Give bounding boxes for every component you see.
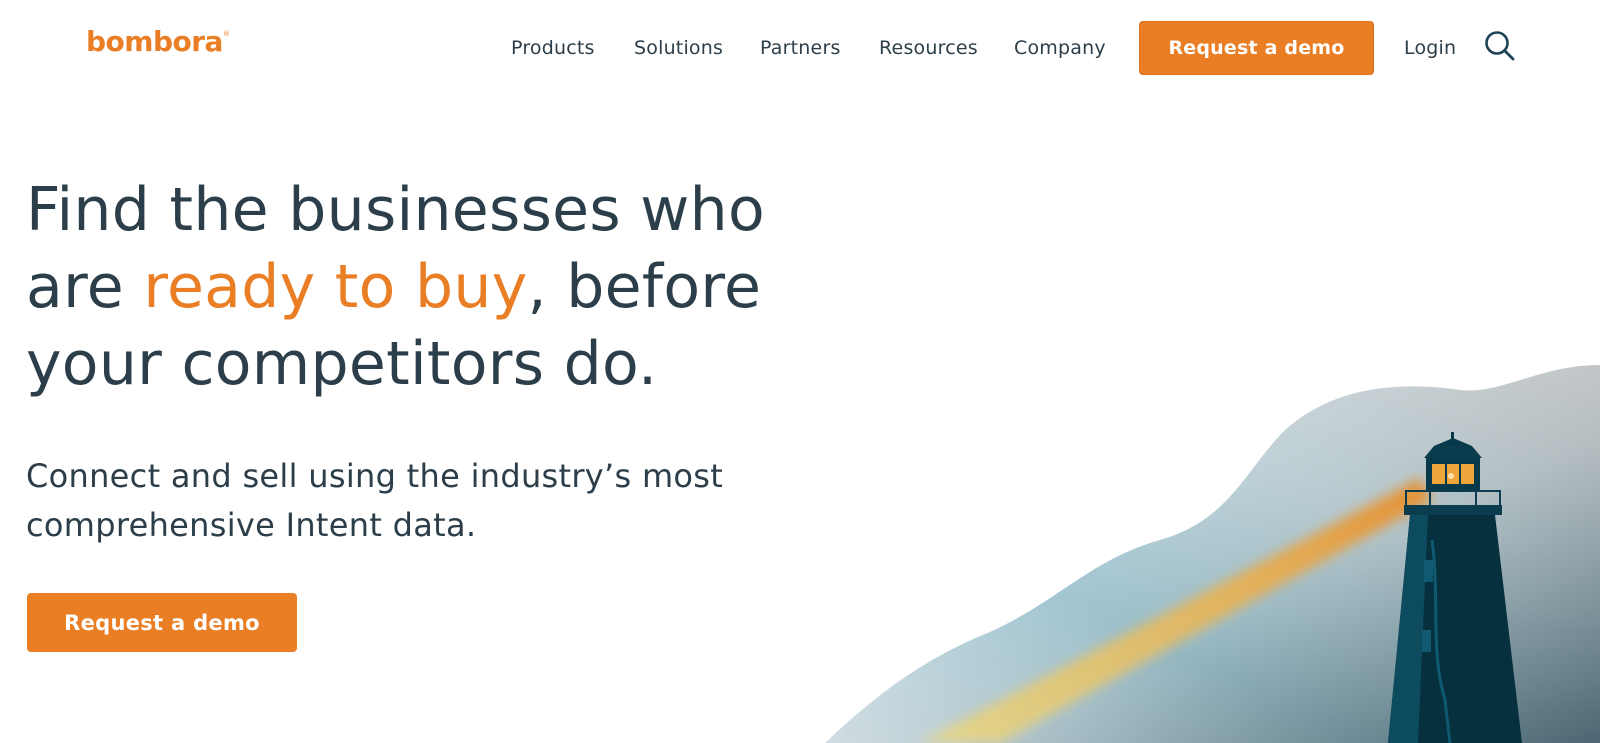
search-icon[interactable] (1484, 30, 1516, 62)
nav-item-products[interactable]: Products (511, 36, 595, 60)
hero-headline: Find the businesses who are ready to buy… (26, 172, 816, 403)
bombora-logo[interactable]: bombora® (86, 25, 230, 58)
login-link[interactable]: Login (1404, 36, 1456, 60)
light-beam (920, 478, 1432, 743)
request-demo-nav-button[interactable]: Request a demo (1139, 21, 1374, 75)
logo-text: bombora (86, 25, 223, 58)
lighthouse (1388, 432, 1522, 743)
nav-item-solutions[interactable]: Solutions (634, 36, 723, 60)
registered-mark: ® (222, 30, 230, 38)
nav-item-company[interactable]: Company (1014, 36, 1106, 60)
hero-subtitle: Connect and sell using the industry’s mo… (26, 457, 724, 544)
nav-item-partners[interactable]: Partners (760, 36, 841, 60)
request-demo-hero-button[interactable]: Request a demo (27, 593, 297, 652)
headline-accent: ready to buy (143, 252, 528, 322)
nav-item-resources[interactable]: Resources (879, 36, 978, 60)
top-navigation: bombora® Products Solutions Partners Res… (0, 0, 1600, 96)
search-icon-glyph (1485, 31, 1515, 61)
hill-shape (825, 365, 1600, 743)
